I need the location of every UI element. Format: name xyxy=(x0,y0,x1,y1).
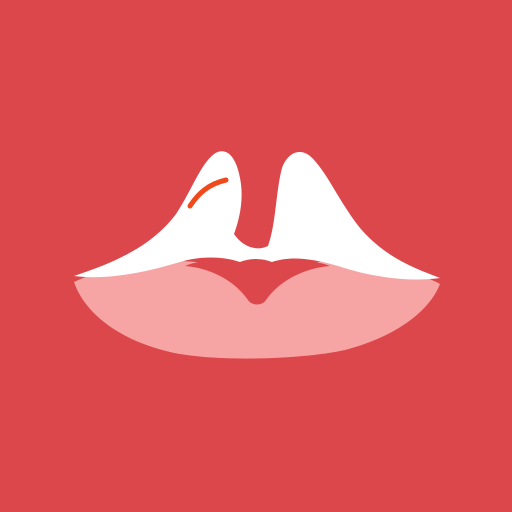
lips-logo-icon xyxy=(0,0,512,512)
app-icon[interactable] xyxy=(0,0,512,512)
